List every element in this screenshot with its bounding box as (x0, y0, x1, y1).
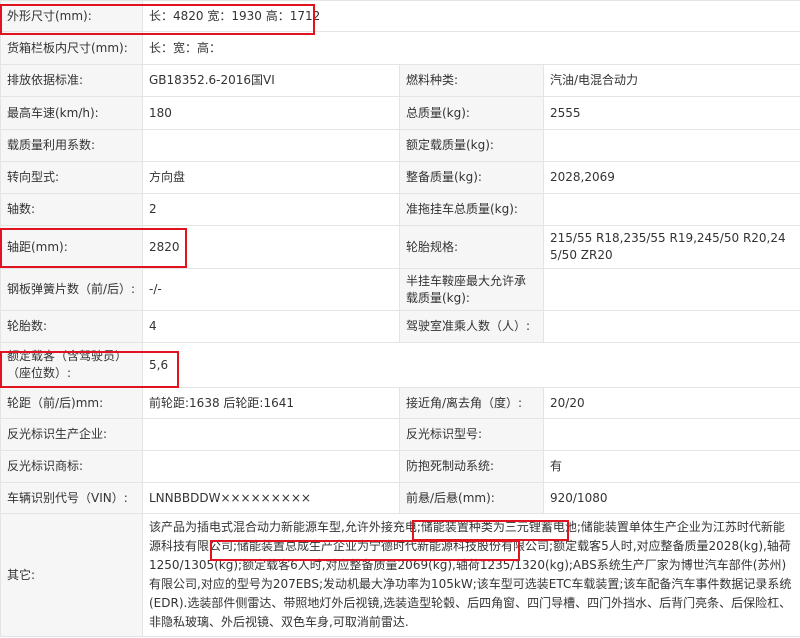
spec-label: 防抱死制动系统: (399, 450, 544, 483)
spec-label: 驾驶室准乘人数（人）: (399, 310, 544, 343)
spec-value: 方向盘 (142, 161, 400, 194)
spec-label: 燃料种类: (399, 64, 544, 97)
spec-value: -/- (142, 268, 400, 311)
spec-value: 长：4820 宽：1930 高：1712 (141, 0, 800, 32)
spec-label: 额定载质量(kg): (399, 129, 544, 162)
spec-label: 额定载客（含驾驶员）（座位数）: (0, 342, 143, 388)
spec-row: 轴数: 2 准拖挂车总质量(kg): (0, 193, 800, 226)
spec-row: 轮距（前/后)mm: 前轮距:1638 后轮距:1641 接近角/离去角（度）:… (0, 387, 800, 419)
spec-value: LNNBBDDW××××××××× (142, 482, 400, 514)
spec-label: 反光标识生产企业: (0, 418, 143, 451)
spec-value: 4 (142, 310, 400, 343)
spec-row: 转向型式: 方向盘 整备质量(kg): 2028,2069 (0, 161, 800, 194)
spec-label: 轴数: (0, 193, 143, 226)
spec-label: 整备质量(kg): (399, 161, 544, 194)
spec-row: 轮胎数: 4 驾驶室准乘人数（人）: (0, 310, 800, 343)
spec-value: 180 (142, 96, 400, 130)
spec-label: 钢板弹簧片数（前/后）: (0, 268, 143, 311)
spec-row: 钢板弹簧片数（前/后）: -/- 半挂车鞍座最大允许承载质量(kg): (0, 268, 800, 311)
spec-value (542, 310, 800, 343)
spec-label: 准拖挂车总质量(kg): (399, 193, 544, 226)
spec-row-cargo-box: 货箱栏板内尺寸(mm): 长：宽：高： (0, 31, 800, 65)
spec-value: 长：宽：高： (141, 31, 800, 65)
spec-label: 半挂车鞍座最大允许承载质量(kg): (399, 268, 544, 311)
spec-value (542, 418, 800, 451)
spec-row-other: 其它: 该产品为插电式混合动力新能源车型,允许外接充电;储能装置种类为三元锂蓄电… (0, 513, 800, 637)
spec-label: 轮胎数: (0, 310, 143, 343)
spec-label: 排放依据标准: (0, 64, 143, 97)
spec-value (542, 193, 800, 226)
spec-row-dimensions: 外形尺寸(mm): 长：4820 宽：1930 高：1712 (0, 0, 800, 32)
spec-label: 外形尺寸(mm): (0, 0, 143, 32)
spec-row: 最高车速(km/h): 180 总质量(kg): 2555 (0, 96, 800, 130)
spec-value (542, 129, 800, 162)
spec-label: 轮距（前/后)mm: (0, 387, 143, 419)
spec-value: 920/1080 (542, 482, 800, 514)
spec-row: 载质量利用系数: 额定载质量(kg): (0, 129, 800, 162)
spec-row: 车辆识别代号（VIN）: LNNBBDDW××××××××× 前悬/后悬(mm)… (0, 482, 800, 514)
spec-label: 货箱栏板内尺寸(mm): (0, 31, 143, 65)
spec-label: 反光标识型号: (399, 418, 544, 451)
spec-value (142, 450, 400, 483)
spec-value: 有 (542, 450, 800, 483)
spec-label: 车辆识别代号（VIN）: (0, 482, 143, 514)
spec-label: 最高车速(km/h): (0, 96, 143, 130)
spec-label: 其它: (0, 513, 143, 637)
other-notes: 该产品为插电式混合动力新能源车型,允许外接充电;储能装置种类为三元锂蓄电池;储能… (141, 513, 800, 637)
spec-label: 前悬/后悬(mm): (399, 482, 544, 514)
spec-value: 20/20 (542, 387, 800, 419)
spec-value: 5,6 (141, 342, 800, 388)
spec-label: 接近角/离去角（度）: (399, 387, 544, 419)
spec-value: 2820 (142, 225, 400, 269)
spec-label: 轮胎规格: (399, 225, 544, 269)
spec-label: 总质量(kg): (399, 96, 544, 130)
spec-value (142, 418, 400, 451)
spec-value (542, 268, 800, 311)
spec-label: 载质量利用系数: (0, 129, 143, 162)
spec-label: 转向型式: (0, 161, 143, 194)
spec-row: 排放依据标准: GB18352.6-2016国VI 燃料种类: 汽油/电混合动力 (0, 64, 800, 97)
spec-value: GB18352.6-2016国VI (142, 64, 400, 97)
spec-value (142, 129, 400, 162)
spec-value: 2555 (542, 96, 800, 130)
spec-table: 外形尺寸(mm): 长：4820 宽：1930 高：1712 货箱栏板内尺寸(m… (0, 0, 800, 637)
spec-row-wheelbase: 轴距(mm): 2820 轮胎规格: 215/55 R18,235/55 R19… (0, 225, 800, 269)
vehicle-spec-sheet: 外形尺寸(mm): 长：4820 宽：1930 高：1712 货箱栏板内尺寸(m… (0, 0, 800, 638)
spec-value: 2 (142, 193, 400, 226)
spec-value: 2028,2069 (542, 161, 800, 194)
spec-label: 反光标识商标: (0, 450, 143, 483)
spec-value: 汽油/电混合动力 (542, 64, 800, 97)
spec-value: 215/55 R18,235/55 R19,245/50 R20,245/50 … (542, 225, 800, 269)
spec-value: 前轮距:1638 后轮距:1641 (142, 387, 400, 419)
spec-row-seats: 额定载客（含驾驶员）（座位数）: 5,6 (0, 342, 800, 388)
spec-label: 轴距(mm): (0, 225, 143, 269)
spec-row: 反光标识商标: 防抱死制动系统: 有 (0, 450, 800, 483)
spec-row: 反光标识生产企业: 反光标识型号: (0, 418, 800, 451)
